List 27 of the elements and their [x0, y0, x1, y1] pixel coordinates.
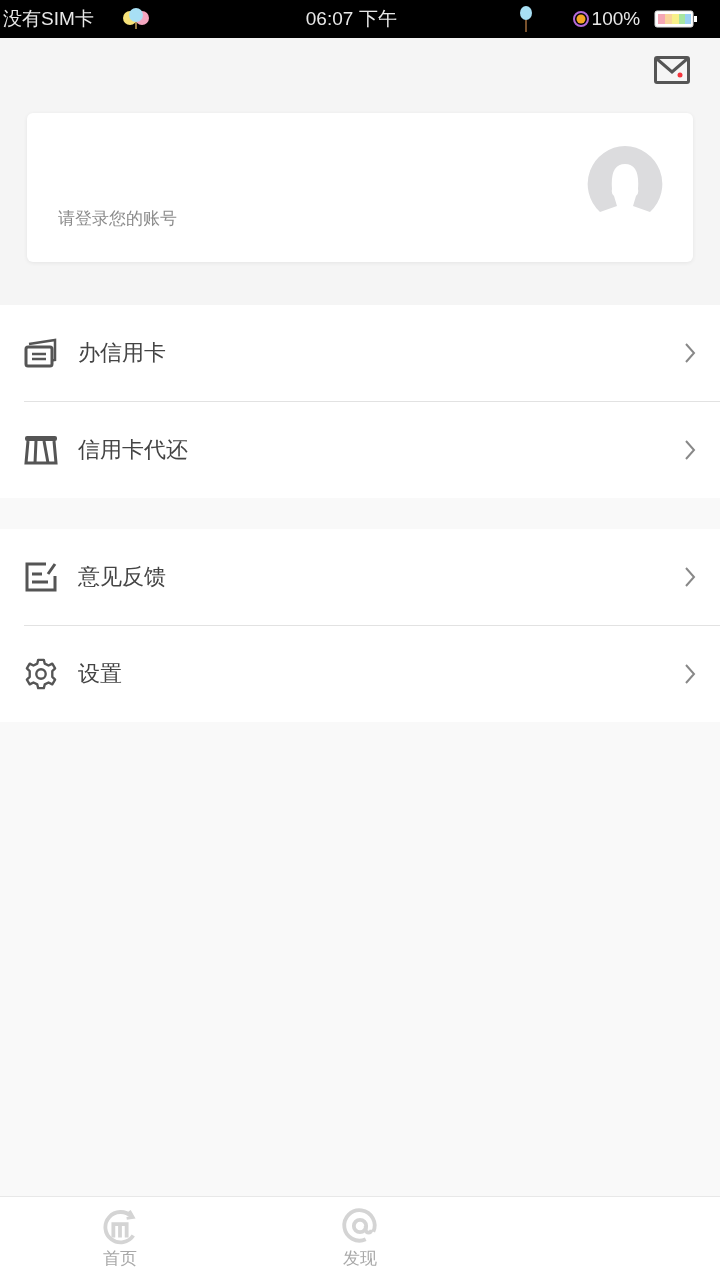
battery-percent: 100% [591, 8, 641, 30]
awning-icon [24, 435, 58, 465]
chevron-icon [684, 342, 696, 364]
menu-item[interactable]: 设置 [24, 625, 720, 722]
menu-item[interactable]: 意见反馈 [0, 529, 720, 625]
menu-label: 设置 [78, 660, 123, 688]
mail-icon[interactable] [654, 56, 690, 84]
clock-text: 06:07 下午 [305, 7, 397, 31]
balloon-icon [518, 5, 533, 33]
menu-label: 意见反馈 [78, 563, 167, 591]
at-sign-icon [341, 1207, 379, 1245]
menu-item[interactable]: 信用卡代还 [24, 401, 720, 498]
edit-note-icon [24, 562, 58, 592]
home-icon [101, 1207, 139, 1245]
battery-icon [654, 10, 699, 28]
chevron-icon [684, 566, 696, 588]
cards-icon [24, 338, 58, 368]
account-card[interactable]: 请登录您的账号 [27, 113, 693, 262]
chevron-icon [684, 439, 696, 461]
menu-item[interactable]: 办信用卡 [0, 305, 720, 401]
carrier-text: 没有SIM卡 [3, 7, 94, 31]
settings-icon [24, 658, 58, 690]
login-prompt: 请登录您的账号 [58, 207, 177, 230]
chevron-icon [684, 663, 696, 685]
location-icon [570, 9, 591, 29]
menu-label: 办信用卡 [78, 339, 167, 367]
menu-label: 信用卡代还 [78, 436, 189, 464]
